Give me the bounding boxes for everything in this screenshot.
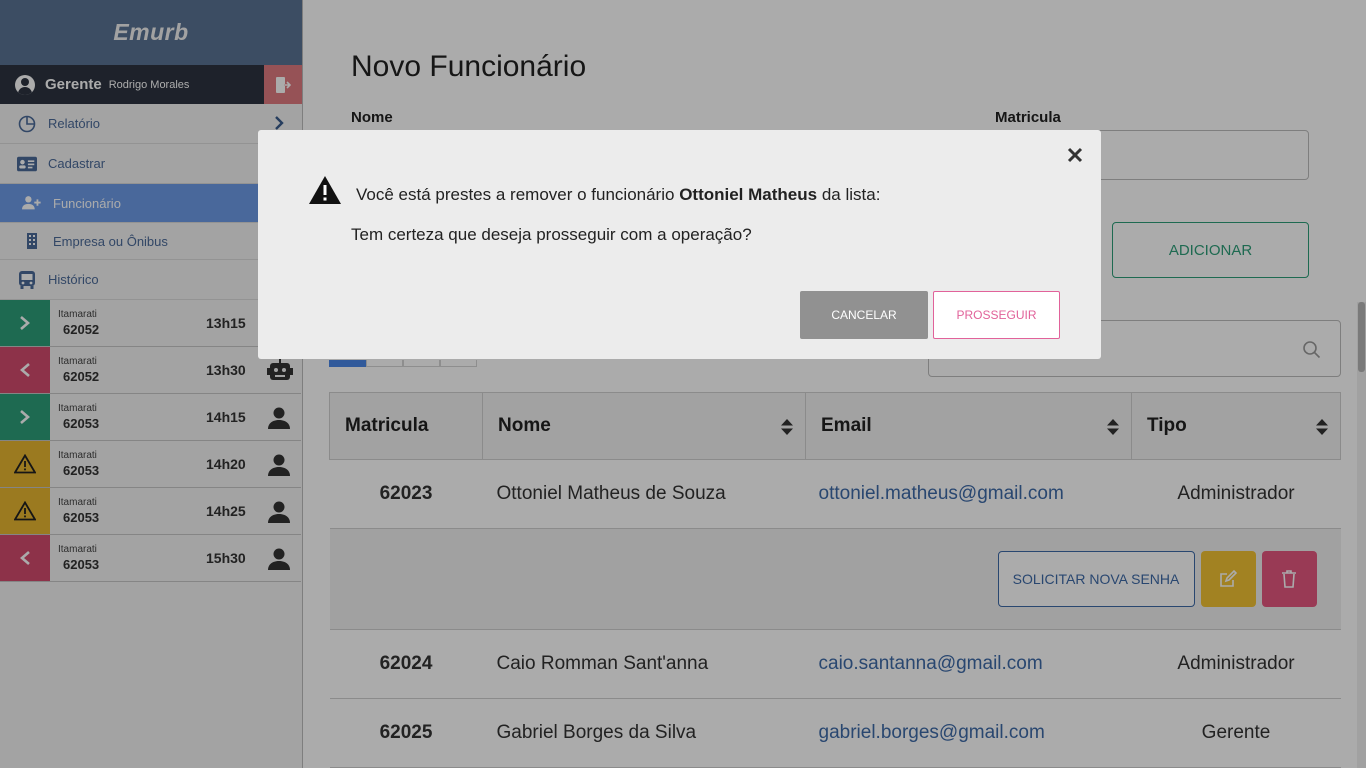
cancel-button[interactable]: CANCELAR bbox=[800, 291, 928, 339]
warning-icon bbox=[308, 175, 342, 210]
proceed-button[interactable]: PROSSEGUIR bbox=[933, 291, 1060, 339]
modal-overlay[interactable] bbox=[0, 0, 1366, 768]
dialog-message-suffix: da lista: bbox=[821, 185, 881, 204]
dialog-message: Você está prestes a remover o funcionári… bbox=[356, 185, 880, 205]
dialog-question: Tem certeza que deseja prosseguir com a … bbox=[351, 225, 752, 244]
dialog-employee-name: Ottoniel Matheus bbox=[679, 185, 818, 204]
close-icon[interactable] bbox=[1066, 146, 1084, 164]
dialog-message-prefix: Você está prestes a remover o funcionári… bbox=[356, 185, 675, 204]
confirm-remove-dialog: Você está prestes a remover o funcionári… bbox=[258, 130, 1101, 359]
